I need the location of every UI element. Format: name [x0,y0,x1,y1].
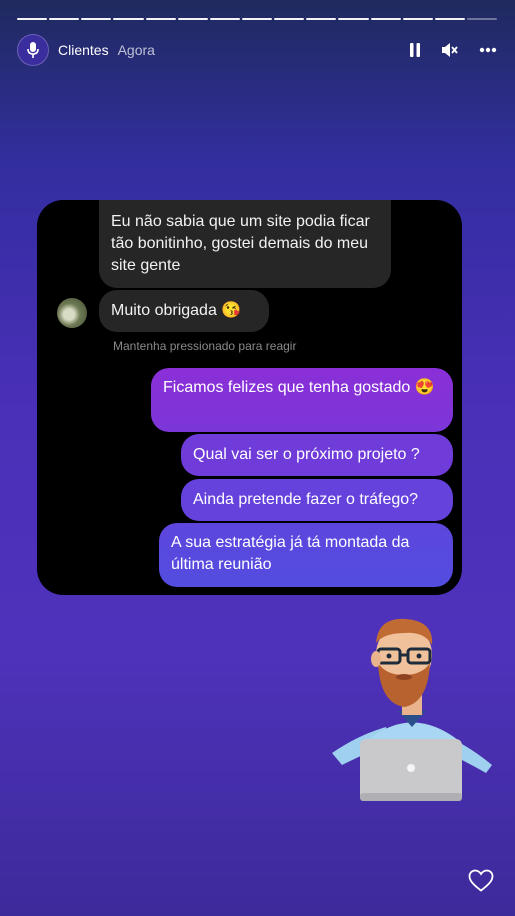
developer-with-laptop-illustration [332,618,492,801]
heart-icon [468,869,494,892]
more-options-button[interactable] [479,47,497,53]
developer-sticker [328,615,496,805]
mute-button[interactable] [441,42,459,58]
sent-message: Qual vai ser o próximo projeto ? [181,434,453,476]
highlight-avatar[interactable] [17,34,49,66]
progress-segment [306,18,337,20]
pause-button[interactable] [409,42,421,58]
sent-message: A sua estratégia já tá montada da última… [159,523,453,587]
speaker-muted-icon [442,43,458,57]
progress-segment [81,18,112,20]
progress-segment [145,18,176,20]
story-timestamp: Agora [117,42,155,58]
like-button[interactable] [468,869,494,898]
progress-segment [434,18,465,20]
reaction-hint: Mantenha pressionado para reagir [113,339,297,353]
progress-segment [177,18,208,20]
more-icon [479,47,497,53]
progress-segment [241,18,273,20]
story-progress-bar [17,18,498,20]
progress-segment [402,18,433,20]
chat-screenshot: Eu não sabia que um site podia ficar tão… [37,200,462,595]
progress-segment [209,18,240,20]
contact-avatar [57,298,87,328]
progress-segment [338,18,369,20]
progress-segment [49,18,80,20]
received-message: Muito obrigada 😘 [99,290,269,332]
sent-message: Ficamos felizes que tenha gostado 😍 [151,368,453,432]
sent-message: Ainda pretende fazer o tráfego? [181,479,453,521]
progress-segment-current [466,18,498,20]
progress-segment [274,18,305,20]
progress-segment [113,18,144,20]
progress-segment [370,18,401,20]
progress-segment [17,18,48,20]
story-header: Clientes Agora [17,34,497,66]
received-message: Eu não sabia que um site podia ficar tão… [99,200,391,288]
pause-icon [410,43,420,57]
microphone-icon [27,42,39,58]
account-name[interactable]: Clientes [58,42,109,58]
